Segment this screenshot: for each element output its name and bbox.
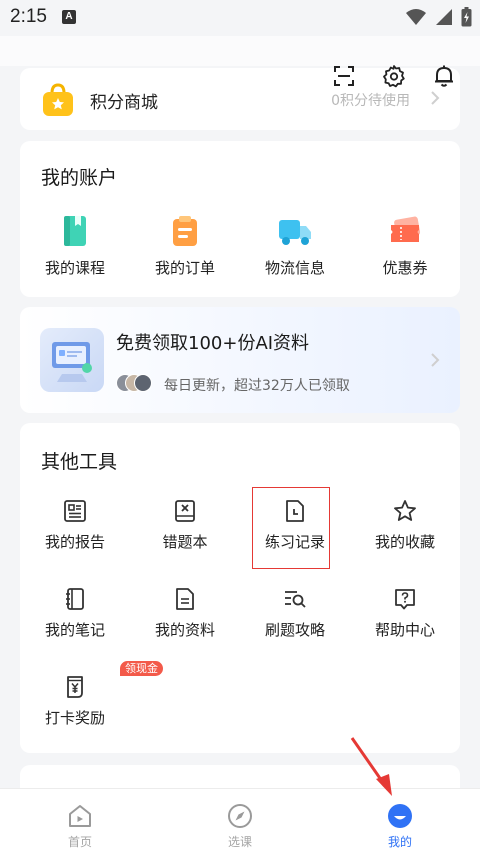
checkin-reward-icon — [67, 676, 83, 698]
delivery-truck-icon — [279, 220, 311, 245]
account-item-logistics[interactable]: 物流信息 — [240, 215, 350, 278]
cash-reward-badge: 领现金 — [120, 661, 163, 676]
tool-help-center[interactable]: 帮助中心 — [350, 587, 460, 640]
tool-label: 打卡奖励 — [44, 709, 105, 727]
account-item-label: 物流信息 — [264, 259, 325, 277]
profile-icon — [388, 804, 412, 828]
highlight-box — [252, 487, 330, 569]
computer-illustration-icon — [52, 342, 92, 382]
points-mall-title: 积分商城 — [90, 93, 158, 113]
search-list-icon — [285, 591, 306, 608]
help-icon — [395, 589, 415, 610]
tool-checkin-reward[interactable]: 打卡奖励 领现金 — [20, 661, 163, 728]
points-pending-text: 0积分待使用 — [331, 93, 410, 109]
system-icons — [405, 7, 472, 27]
header-actions — [332, 64, 456, 88]
document-icon — [176, 588, 194, 610]
account-item-my-orders[interactable]: 我的订单 — [130, 215, 240, 278]
status-time: 2:15 — [10, 6, 47, 27]
tool-question-tips[interactable]: 刷题攻略 — [240, 587, 350, 640]
banner-thumbnail — [40, 328, 104, 392]
tab-courses[interactable]: 选课 — [160, 789, 320, 853]
compass-icon — [228, 804, 252, 828]
account-item-label: 优惠券 — [382, 259, 428, 277]
my-account-card: 我的账户 我的课程 我的订单 物流信息 优惠券 — [20, 141, 460, 297]
ai-materials-banner[interactable]: 免费领取100+份AI资料 每日更新，超过32万人已领取 — [20, 307, 460, 413]
other-tools-card: 其他工具 我的报告 错题本 练习记录 我的收藏 我的笔记 我的资料 刷题攻略 帮… — [20, 423, 460, 753]
tool-my-materials[interactable]: 我的资料 — [130, 587, 240, 640]
tool-label: 我的笔记 — [44, 621, 105, 639]
notification-bell-icon[interactable] — [432, 64, 456, 88]
shopping-bag-icon — [43, 83, 73, 116]
tools-row-2: 我的笔记 我的资料 刷题攻略 帮助中心 — [20, 587, 460, 640]
wifi-icon — [406, 9, 426, 25]
wrong-question-book-icon — [175, 500, 195, 522]
tool-my-notes[interactable]: 我的笔记 — [20, 587, 130, 640]
tab-home[interactable]: 首页 — [0, 789, 160, 853]
tools-row-1: 我的报告 错题本 练习记录 我的收藏 — [20, 499, 460, 552]
my-account-title: 我的账户 — [41, 167, 118, 189]
tool-label: 我的资料 — [154, 621, 215, 639]
status-bar: 2:15 A — [0, 0, 480, 36]
account-items-row: 我的课程 我的订单 物流信息 优惠券 — [20, 215, 460, 278]
account-item-label: 我的订单 — [154, 259, 215, 277]
tools-row-3: 打卡奖励 领现金 — [20, 661, 460, 728]
red-pointer-arrow — [350, 737, 392, 796]
tab-label: 选课 — [227, 835, 252, 849]
report-icon — [64, 500, 86, 522]
tool-label: 我的收藏 — [374, 533, 435, 551]
tool-my-reports[interactable]: 我的报告 — [20, 499, 130, 552]
scan-icon[interactable] — [332, 64, 356, 88]
tool-my-favorites[interactable]: 我的收藏 — [350, 499, 460, 552]
tab-label: 首页 — [67, 835, 92, 849]
account-item-my-courses[interactable]: 我的课程 — [20, 215, 130, 278]
chevron-right-icon — [431, 91, 440, 105]
account-item-coupons[interactable]: 优惠券 — [350, 215, 460, 278]
tab-label: 我的 — [387, 835, 412, 849]
banner-title: 免费领取100+份AI资料 — [116, 333, 310, 354]
settings-gear-icon[interactable] — [382, 64, 406, 88]
user-avatars — [116, 374, 154, 394]
tool-label: 我的报告 — [44, 533, 105, 551]
order-clipboard-icon — [173, 216, 197, 246]
notebook-icon — [66, 588, 84, 610]
chevron-right-icon — [431, 353, 440, 367]
coupon-ticket-icon — [391, 216, 421, 242]
tool-label: 刷题攻略 — [264, 621, 325, 639]
banner-subtitle: 每日更新，超过32万人已领取 — [164, 378, 350, 394]
bottom-tab-bar: 首页 选课 我的 — [0, 788, 480, 853]
battery-icon — [461, 7, 472, 27]
course-book-icon — [64, 216, 86, 246]
signal-icon — [436, 9, 452, 25]
tool-wrong-questions[interactable]: 错题本 — [130, 499, 240, 552]
notification-a-icon: A — [62, 10, 76, 24]
header-area — [0, 36, 480, 66]
other-tools-title: 其他工具 — [41, 451, 118, 473]
home-icon — [69, 805, 91, 827]
account-item-label: 我的课程 — [44, 259, 105, 277]
tool-label: 帮助中心 — [374, 621, 435, 639]
tool-label: 错题本 — [162, 533, 208, 551]
avatar — [134, 374, 152, 392]
star-icon — [394, 500, 416, 521]
